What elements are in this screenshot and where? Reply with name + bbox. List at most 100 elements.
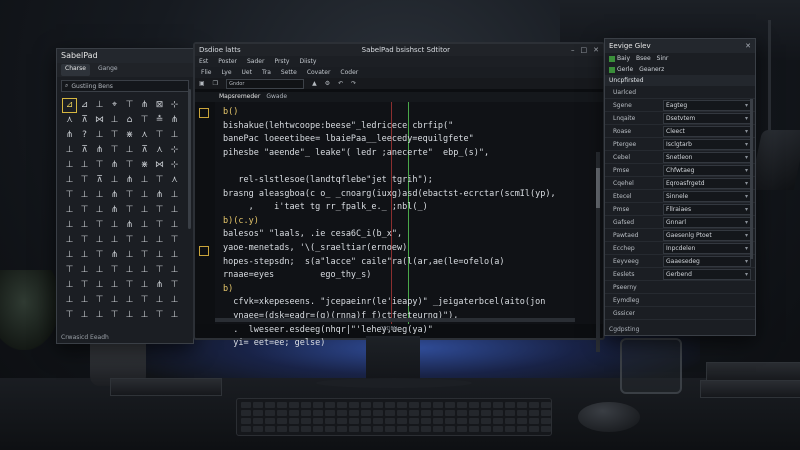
save-icon[interactable]: ▣ xyxy=(199,80,205,87)
glyph-item[interactable]: ⊤ xyxy=(123,279,136,292)
font-combo[interactable]: Gndor xyxy=(226,78,305,89)
glyph-item[interactable]: ⊤ xyxy=(93,219,106,232)
toolbar-sette[interactable]: Sette xyxy=(279,69,299,76)
sinr-button[interactable]: Sinr xyxy=(657,55,669,62)
glyph-item[interactable]: ⋔ xyxy=(108,189,121,202)
tab-charse[interactable]: Charse xyxy=(61,64,90,76)
glyph-item[interactable]: ⊥ xyxy=(108,279,121,292)
glyph-item[interactable]: ≛ xyxy=(153,114,166,127)
property-row[interactable]: Gafsed Gnnarl ▾ xyxy=(605,216,755,229)
tab-second-file[interactable]: Gwade xyxy=(266,92,287,102)
property-value[interactable]: Chfwtaeg ▾ xyxy=(663,164,751,176)
glyph-item[interactable]: ⊼ xyxy=(93,174,106,187)
glyph-item[interactable]: ⊤ xyxy=(108,309,121,322)
property-row[interactable]: Eeslets Gerbend ▾ xyxy=(605,268,755,281)
glyph-item[interactable]: ⊥ xyxy=(153,234,166,247)
glyph-item[interactable]: ⊥ xyxy=(63,294,76,307)
glyph-item[interactable]: ⊼ xyxy=(78,144,91,157)
glyph-item[interactable]: ⊥ xyxy=(138,174,151,187)
glyph-item[interactable]: ⊥ xyxy=(168,249,181,262)
property-value[interactable]: Gerbend ▾ xyxy=(663,268,751,280)
glyph-item[interactable]: ⊤ xyxy=(78,234,91,247)
editor-scrollbar[interactable] xyxy=(596,152,600,352)
glyph-item[interactable]: ⊥ xyxy=(138,234,151,247)
glyph-item[interactable]: ⋇ xyxy=(138,159,151,172)
toolbar-coder[interactable]: Coder xyxy=(338,69,360,76)
glyph-item[interactable]: ⊹ xyxy=(168,159,181,172)
glyph-item[interactable]: ⊤ xyxy=(153,219,166,232)
property-value[interactable]: Dsetvtem ▾ xyxy=(663,112,751,124)
glyph-search[interactable]: ⌕ Gustiing Bens xyxy=(61,80,189,92)
menu-poster[interactable]: Poster xyxy=(218,56,237,67)
property-row[interactable]: Lnqaite Dsetvtem ▾ xyxy=(605,112,755,125)
toolbar-flie[interactable]: Flie xyxy=(199,69,213,76)
bookmark-icon[interactable] xyxy=(199,246,209,256)
glyph-item[interactable]: ⊥ xyxy=(93,204,106,217)
glyph-item[interactable]: ⊤ xyxy=(108,144,121,157)
property-row[interactable]: Sgene Eagteg ▾ xyxy=(605,99,755,112)
glyph-item[interactable]: ⊤ xyxy=(123,204,136,217)
glyph-item[interactable]: ⌖ xyxy=(108,99,121,112)
property-row[interactable]: Ptergee Isclgtarb ▾ xyxy=(605,138,755,151)
glyph-item[interactable]: ⋔ xyxy=(123,174,136,187)
glyph-item[interactable]: ⋔ xyxy=(108,204,121,217)
glyph-item[interactable]: ⊥ xyxy=(168,204,181,217)
glyph-item[interactable]: ⊤ xyxy=(123,99,136,112)
glyph-item[interactable]: ⊤ xyxy=(78,204,91,217)
glyph-item[interactable]: ⊹ xyxy=(168,99,181,112)
property-value[interactable]: Eqroasfrgetd ▾ xyxy=(663,177,751,189)
glyph-item[interactable]: ⊥ xyxy=(93,99,106,112)
code-editor[interactable]: Mapsremeder Gwade b() bishakue(lehtwcoope… xyxy=(195,92,603,352)
glyph-item[interactable]: ⊥ xyxy=(78,264,91,277)
glyph-item[interactable]: ⊥ xyxy=(108,234,121,247)
copy-icon[interactable]: ❐ xyxy=(213,80,218,87)
glyph-item[interactable]: ⊥ xyxy=(168,189,181,202)
glyph-item[interactable]: ⋔ xyxy=(63,129,76,142)
glyph-item[interactable]: ⊹ xyxy=(168,144,181,157)
glyph-item[interactable]: ⊤ xyxy=(63,309,76,322)
glyph-item[interactable]: ⊥ xyxy=(93,309,106,322)
warning-icon[interactable]: ▲ xyxy=(312,80,317,87)
glyph-item[interactable]: ⊥ xyxy=(108,219,121,232)
scroll-thumb[interactable] xyxy=(596,168,600,208)
properties-scrollbar[interactable] xyxy=(750,99,753,259)
gerle-button[interactable]: Gerle xyxy=(609,66,633,73)
glyph-item[interactable]: ⊥ xyxy=(108,174,121,187)
property-row[interactable]: Uarlced xyxy=(605,86,755,99)
glyph-item[interactable]: ⊥ xyxy=(153,249,166,262)
glyph-item[interactable]: ⊤ xyxy=(63,189,76,202)
property-row[interactable]: Etecel Sinnele ▾ xyxy=(605,190,755,203)
glyph-item[interactable]: ⊥ xyxy=(123,309,136,322)
close-icon[interactable]: ✕ xyxy=(593,46,599,54)
glyph-item[interactable]: ⋔ xyxy=(93,144,106,157)
bsee-button[interactable]: Bsee xyxy=(636,55,651,62)
glyph-item[interactable]: ⊼ xyxy=(78,114,91,127)
menu-est[interactable]: Est xyxy=(199,56,208,67)
glyph-item[interactable]: ⊥ xyxy=(63,249,76,262)
minimize-icon[interactable]: – xyxy=(571,46,575,54)
glyph-item[interactable]: ⋔ xyxy=(168,114,181,127)
property-row[interactable]: Ecchep Inpcdelen ▾ xyxy=(605,242,755,255)
glyph-item[interactable]: ⊥ xyxy=(108,114,121,127)
property-value[interactable]: Isclgtarb ▾ xyxy=(663,138,751,150)
glyph-item[interactable]: ⊥ xyxy=(138,309,151,322)
editor-hscrollbar[interactable] xyxy=(215,318,575,322)
glyph-item[interactable]: ⊥ xyxy=(138,279,151,292)
property-value[interactable]: Inpcdelen ▾ xyxy=(663,242,751,254)
glyph-item[interactable]: ⊤ xyxy=(63,264,76,277)
glyph-item[interactable]: ⊥ xyxy=(93,279,106,292)
glyph-item[interactable]: ⋔ xyxy=(108,249,121,262)
glyph-item[interactable]: ⋏ xyxy=(168,174,181,187)
glyph-item[interactable]: ⊤ xyxy=(153,129,166,142)
glyph-item[interactable]: ⊥ xyxy=(78,294,91,307)
glyph-item[interactable]: ⊥ xyxy=(168,129,181,142)
baiy-button[interactable]: Baiy xyxy=(609,55,630,62)
chevron-down-icon[interactable]: ▾ xyxy=(745,270,750,279)
glyph-item[interactable]: ⊥ xyxy=(63,279,76,292)
property-row[interactable]: Gssicer xyxy=(605,307,755,320)
palette-scrollbar[interactable] xyxy=(188,89,191,229)
glyph-item[interactable]: ⊥ xyxy=(123,264,136,277)
glyph-item[interactable]: ⊥ xyxy=(168,264,181,277)
glyph-item[interactable]: ⊥ xyxy=(63,159,76,172)
geanerz-button[interactable]: Geanerz xyxy=(639,66,664,73)
